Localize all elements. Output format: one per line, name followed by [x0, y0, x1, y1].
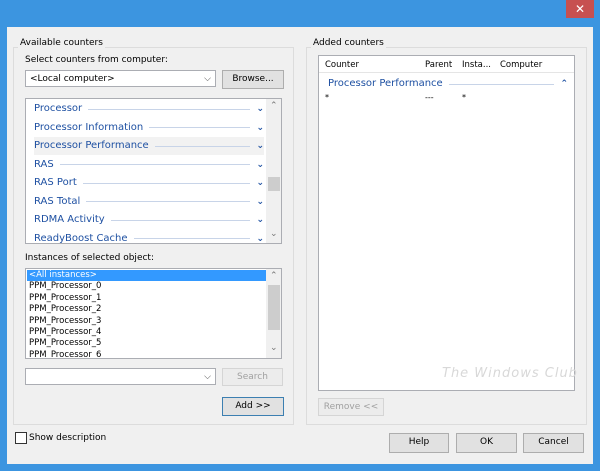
- expand-icon: ⌄: [256, 122, 264, 133]
- added-counters-label: Added counters: [311, 38, 386, 48]
- counter-item[interactable]: Processor Information ⌄: [34, 119, 264, 137]
- close-button[interactable]: ✕: [566, 0, 594, 18]
- counter-item[interactable]: RAS Total ⌄: [34, 193, 264, 211]
- expand-icon: ⌄: [256, 215, 264, 225]
- expand-icon: ⌄: [256, 178, 264, 188]
- cancel-button[interactable]: Cancel: [523, 433, 584, 453]
- instance-item[interactable]: PPM_Processor_2: [27, 304, 267, 315]
- search-combobox[interactable]: ⌵: [25, 368, 216, 385]
- instance-item[interactable]: <All instances>: [27, 270, 267, 282]
- instance-item[interactable]: PPM_Processor_4: [27, 327, 267, 338]
- scroll-up-icon: ⌃: [270, 271, 278, 281]
- col-instance[interactable]: Insta...: [462, 60, 491, 70]
- col-counter[interactable]: Counter: [325, 60, 359, 70]
- row-parent: ---: [425, 93, 434, 102]
- counter-item[interactable]: RAS Port ⌄: [34, 174, 264, 192]
- expand-icon: ⌄: [256, 141, 264, 151]
- chevron-down-icon: ⌵: [204, 74, 211, 84]
- scroll-thumb[interactable]: [268, 177, 280, 191]
- counter-item[interactable]: Processor ⌄: [34, 100, 264, 118]
- help-button[interactable]: Help: [389, 433, 449, 453]
- added-counters-list[interactable]: Counter Parent Insta... Computer Process…: [318, 55, 575, 391]
- instance-item[interactable]: PPM_Processor_5: [27, 338, 267, 349]
- col-computer[interactable]: Computer: [500, 60, 542, 70]
- column-header: Counter Parent Insta... Computer: [319, 56, 574, 73]
- chevron-down-icon: ⌵: [204, 372, 211, 382]
- scroll-thumb[interactable]: [268, 285, 280, 330]
- row-counter: *: [325, 93, 329, 102]
- watermark: The Windows Club: [442, 366, 578, 381]
- instances-label: Instances of selected object:: [25, 253, 154, 263]
- counter-scrollbar[interactable]: ⌃ ⌄: [266, 99, 281, 243]
- computer-label: Select counters from computer:: [25, 55, 168, 65]
- instance-item[interactable]: PPM_Processor_0: [27, 281, 267, 292]
- scroll-up-icon: ⌃: [270, 101, 278, 111]
- instance-item[interactable]: PPM_Processor_6: [27, 350, 267, 358]
- remove-button[interactable]: Remove <<: [318, 398, 384, 416]
- expand-icon: ⌄: [256, 104, 264, 114]
- collapse-icon: ⌃: [560, 79, 568, 89]
- show-description-label[interactable]: Show description: [29, 433, 106, 443]
- expand-icon: ⌄: [256, 233, 264, 244]
- close-icon: ✕: [574, 2, 586, 16]
- browse-button[interactable]: Browse...: [222, 70, 284, 89]
- search-button[interactable]: Search: [222, 368, 283, 386]
- add-button[interactable]: Add >>: [222, 397, 284, 416]
- ok-button[interactable]: OK: [456, 433, 517, 453]
- instance-item[interactable]: PPM_Processor_3: [27, 316, 267, 327]
- scroll-down-icon: ⌄: [270, 229, 278, 239]
- scroll-down-icon: ⌄: [270, 343, 278, 353]
- available-counters-label: Available counters: [18, 38, 105, 48]
- counter-item[interactable]: Processor Performance ⌄: [34, 137, 264, 155]
- computer-combobox[interactable]: <Local computer> ⌵: [25, 70, 216, 87]
- expand-icon: ⌄: [256, 196, 264, 207]
- instance-item[interactable]: PPM_Processor_1: [27, 293, 267, 304]
- col-parent[interactable]: Parent: [425, 60, 452, 70]
- added-group-header[interactable]: Processor Performance ⌃: [328, 75, 568, 93]
- expand-icon: ⌄: [256, 159, 264, 170]
- counter-item[interactable]: ReadyBoost Cache ⌄: [34, 230, 264, 244]
- row-instance: *: [462, 93, 466, 102]
- instances-list[interactable]: <All instances> PPM_Processor_0 PPM_Proc…: [25, 268, 282, 359]
- show-description-checkbox[interactable]: [15, 432, 27, 444]
- computer-value: <Local computer>: [30, 74, 115, 84]
- instances-scrollbar[interactable]: ⌃ ⌄: [266, 269, 281, 358]
- counter-list[interactable]: Processor ⌄ Processor Information ⌄ Proces…: [25, 98, 282, 244]
- counter-item[interactable]: RDMA Activity ⌄: [34, 211, 264, 229]
- counter-item[interactable]: RAS ⌄: [34, 156, 264, 174]
